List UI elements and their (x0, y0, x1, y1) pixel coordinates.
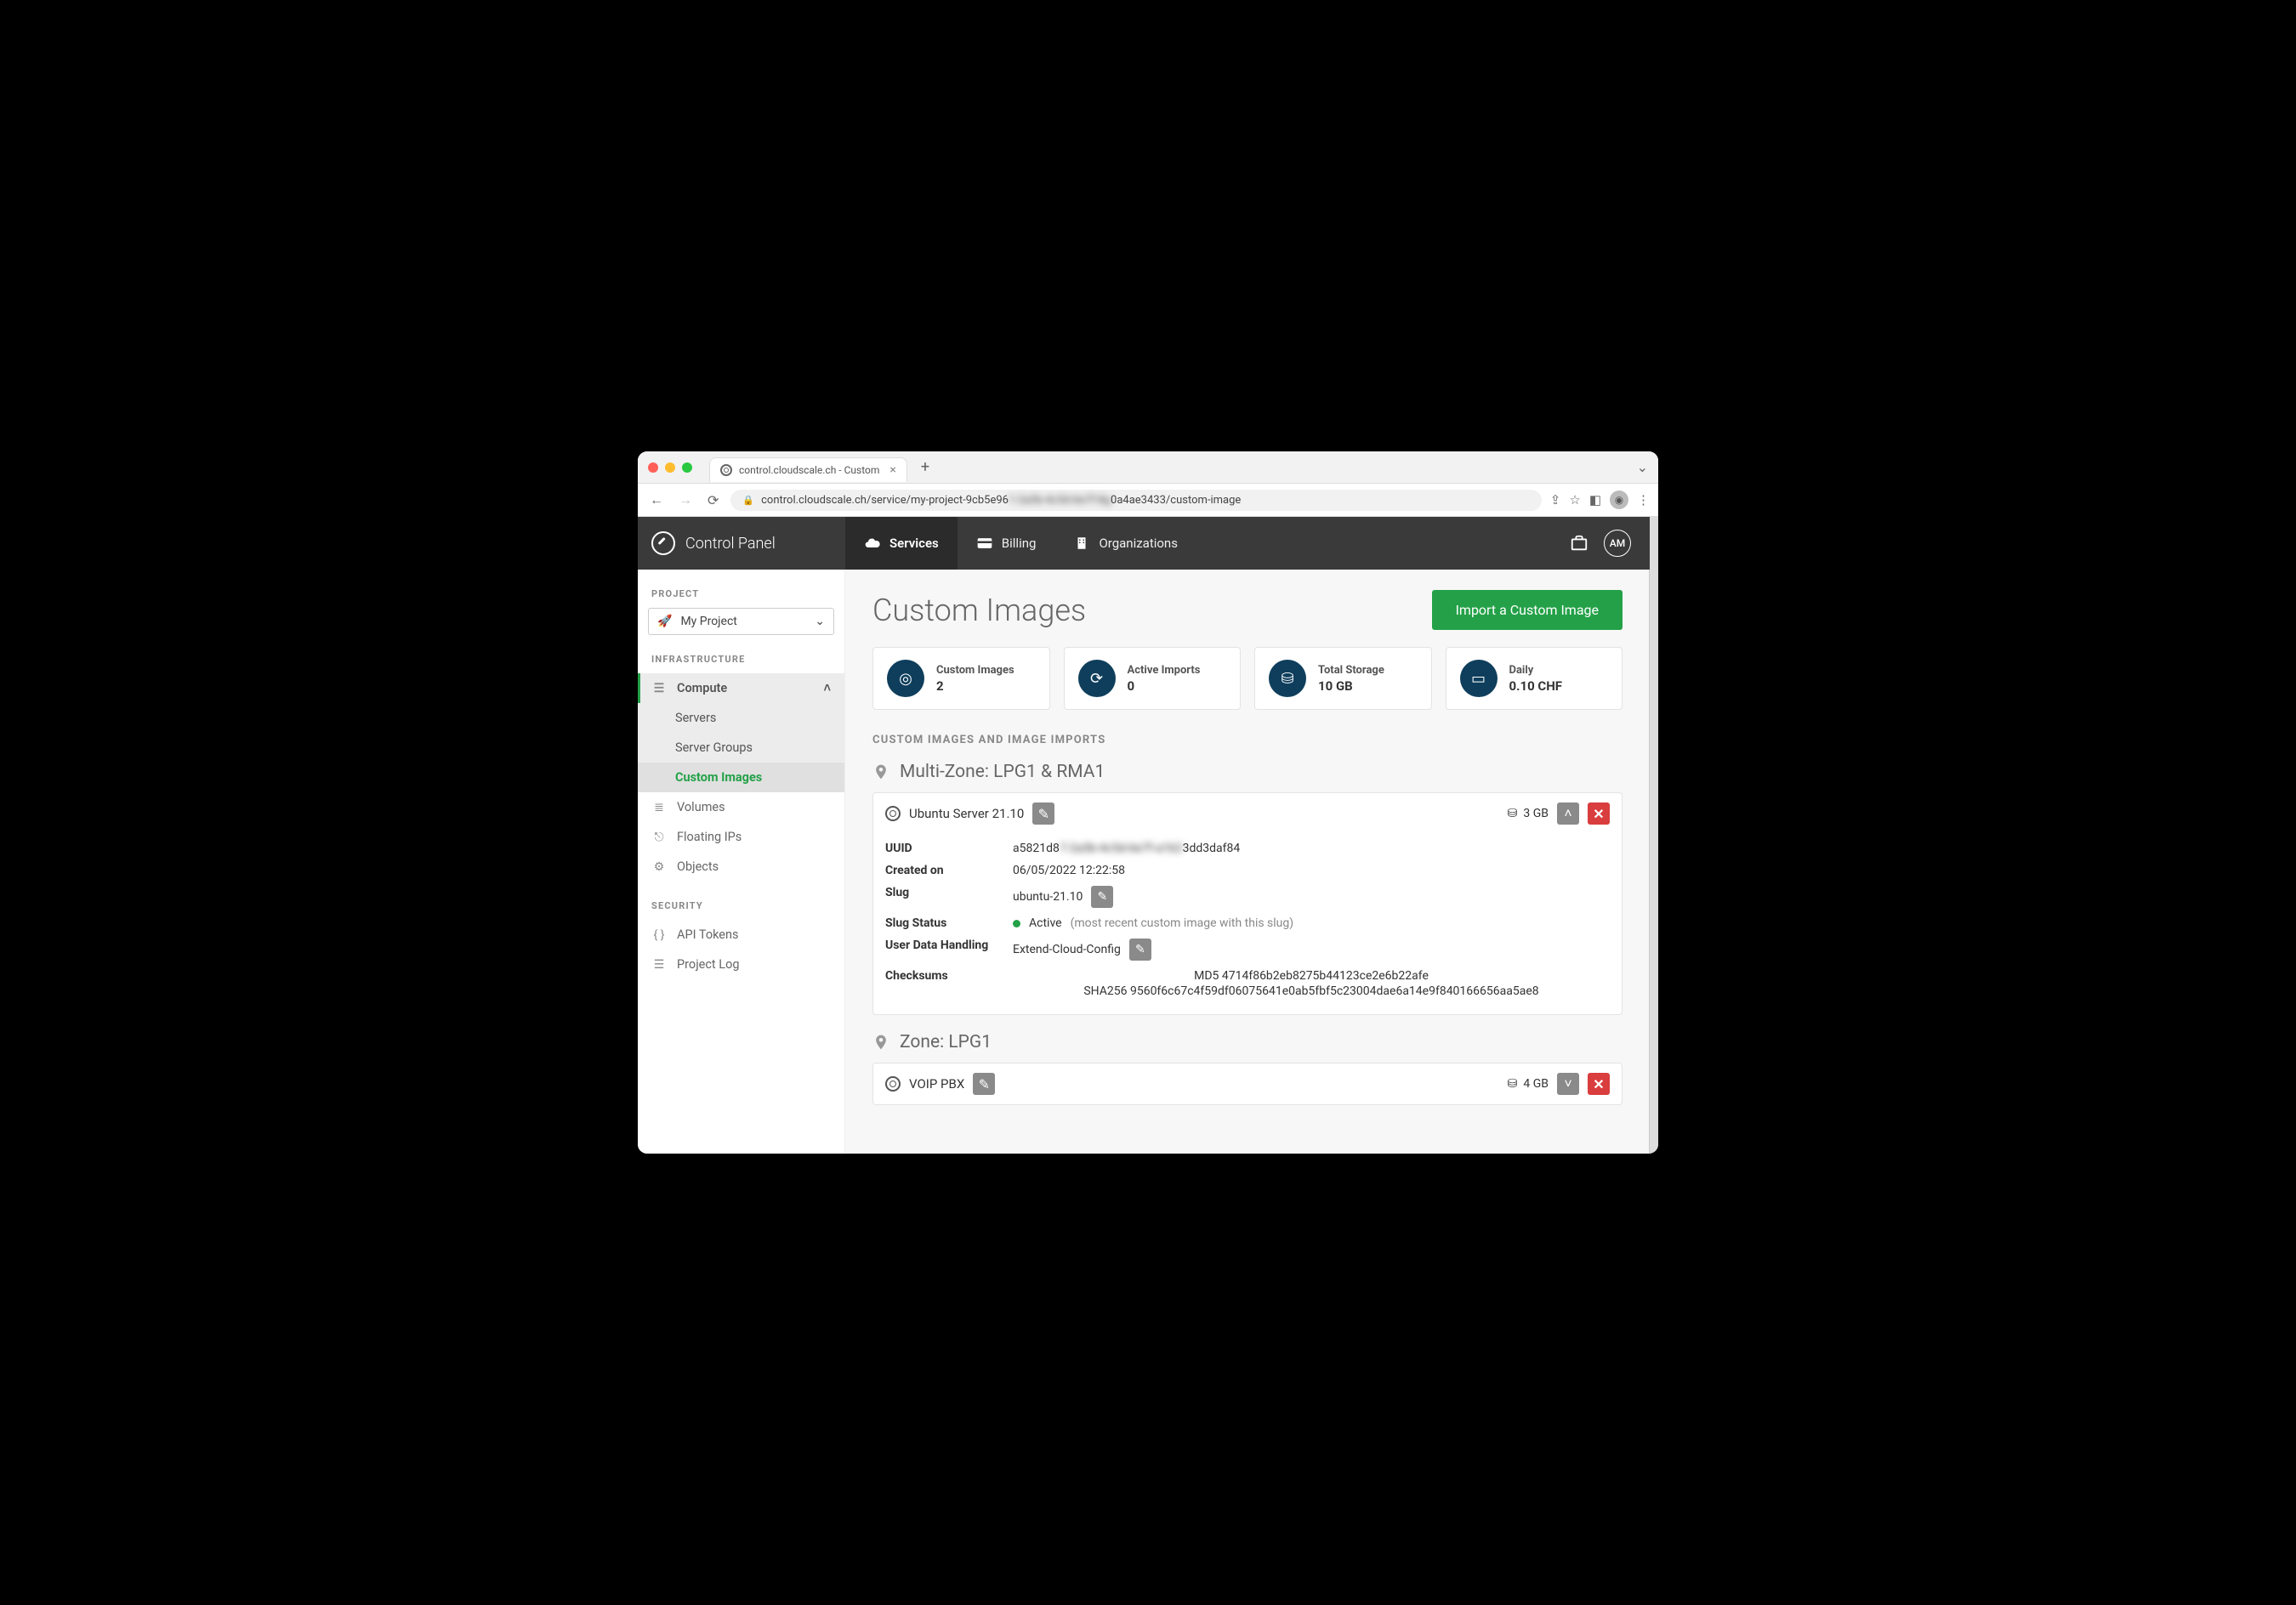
favicon-icon (720, 464, 732, 476)
card-icon (976, 535, 993, 552)
created-value: 06/05/2022 12:22:58 (1013, 864, 1610, 877)
image-icon (885, 1076, 901, 1092)
close-tab-icon[interactable]: × (889, 463, 895, 477)
slug-value: ubuntu-21.10✎ (1013, 886, 1610, 908)
storage-icon: ⛁ (1269, 660, 1306, 697)
sidepanel-icon[interactable]: ◧ (1589, 492, 1601, 508)
sidebar: PROJECT 🚀 My Project ⌄ INFRASTRUCTURE ☰ … (638, 517, 845, 1154)
sidebar-volumes[interactable]: ≣Volumes (638, 792, 844, 822)
image-card-ubuntu: Ubuntu Server 21.10 ✎ ⛁3 GB ˄ ✕ UUIDa582… (872, 792, 1623, 1015)
share-icon[interactable]: ⇪ (1550, 492, 1561, 508)
url: control.cloudscale.ch/service/my-project… (761, 494, 1241, 507)
sidebar-floating-ips[interactable]: ⎋Floating IPs (638, 822, 844, 852)
profile-icon[interactable]: ◉ (1610, 491, 1628, 509)
image-name: Ubuntu Server 21.10 (909, 806, 1024, 821)
bookmark-icon[interactable]: ☆ (1569, 492, 1580, 508)
udh-value: Extend-Cloud-Config✎ (1013, 939, 1610, 961)
nav-billing[interactable]: Billing (958, 517, 1055, 570)
brand[interactable]: Control Panel (638, 517, 845, 570)
expand-button[interactable]: ˅ (1557, 1073, 1579, 1095)
sidebar-api-tokens[interactable]: { }API Tokens (638, 920, 844, 950)
zone-title-lpg1: Zone: LPG1 (872, 1032, 1623, 1052)
chevron-up-icon: ˄ (824, 681, 831, 695)
sidebar-custom-images[interactable]: Custom Images (638, 763, 844, 792)
edit-slug-button[interactable]: ✎ (1091, 886, 1113, 908)
menu-icon[interactable]: ⋮ (1637, 492, 1650, 508)
sidebar-objects[interactable]: ⚙Objects (638, 852, 844, 882)
project-selector[interactable]: 🚀 My Project ⌄ (648, 608, 834, 635)
nav-organizations[interactable]: Organizations (1054, 517, 1196, 570)
zone-title-multi: Multi-Zone: LPG1 & RMA1 (872, 762, 1623, 782)
disc-icon: ◎ (887, 660, 924, 697)
list-icon: ☰ (651, 958, 667, 972)
refresh-icon: ⟳ (1078, 660, 1116, 697)
image-card-voip: VOIP PBX ✎ ⛁4 GB ˅ ✕ (872, 1063, 1623, 1105)
chevron-down-icon: ⌄ (815, 615, 825, 628)
image-icon (885, 806, 901, 821)
list-heading: CUSTOM IMAGES AND IMAGE IMPORTS (872, 734, 1623, 746)
tab-title: control.cloudscale.ch - Custom (739, 464, 879, 476)
window-minimize[interactable] (665, 462, 675, 473)
delete-button[interactable]: ✕ (1588, 1073, 1610, 1095)
collapse-button[interactable]: ˄ (1557, 802, 1579, 825)
section-infrastructure: INFRASTRUCTURE (638, 635, 844, 673)
server-icon: ☰ (651, 682, 667, 695)
objects-icon: ⚙ (651, 860, 667, 874)
edit-name-button[interactable]: ✎ (973, 1073, 995, 1095)
reload-button[interactable]: ⟳ (704, 489, 722, 512)
delete-button[interactable]: ✕ (1588, 802, 1610, 825)
braces-icon: { } (651, 928, 667, 942)
slug-status-value: Active(most recent custom image with thi… (1013, 916, 1610, 930)
database-icon: ≣ (651, 801, 667, 814)
money-icon: ▭ (1460, 660, 1498, 697)
address-bar[interactable]: 🔒 control.cloudscale.ch/service/my-proje… (730, 490, 1541, 511)
status-dot-icon (1013, 920, 1020, 927)
brand-label: Control Panel (685, 535, 776, 553)
sidebar-project-log[interactable]: ☰Project Log (638, 950, 844, 979)
image-size: ⛁3 GB (1508, 807, 1549, 820)
gauge-icon (651, 531, 675, 555)
app-header: Control Panel Services Billing Organizat… (638, 517, 1650, 570)
window-zoom[interactable] (682, 462, 692, 473)
stat-custom-images: ◎ Custom Images2 (872, 647, 1050, 710)
rocket-icon: 🚀 (657, 615, 672, 628)
briefcase-icon[interactable] (1570, 534, 1588, 553)
sidebar-compute[interactable]: ☰ Compute ˄ (638, 673, 844, 703)
browser-tab[interactable]: control.cloudscale.ch - Custom × (709, 457, 907, 482)
pin-icon (872, 763, 889, 780)
section-security: SECURITY (638, 882, 844, 920)
stat-active-imports: ⟳ Active Imports0 (1064, 647, 1242, 710)
back-button[interactable]: ← (646, 488, 667, 512)
edit-udh-button[interactable]: ✎ (1129, 939, 1151, 961)
main-content: Custom Images Import a Custom Image ◎ Cu… (845, 517, 1650, 1154)
cloud-icon (864, 535, 881, 552)
uuid-value: a5821d87-2a3b-4c5d-6e7f-a1b23dd3daf84 (1013, 842, 1610, 855)
browser-toolbar: ← → ⟳ 🔒 control.cloudscale.ch/service/my… (638, 484, 1658, 517)
image-size: ⛁4 GB (1508, 1077, 1549, 1091)
import-button[interactable]: Import a Custom Image (1432, 590, 1623, 630)
sidebar-server-groups[interactable]: Server Groups (638, 733, 844, 763)
forward-button[interactable]: → (675, 488, 696, 512)
user-avatar[interactable]: AM (1604, 530, 1631, 557)
building-icon (1073, 535, 1090, 552)
page-title: Custom Images (872, 593, 1086, 628)
section-project: PROJECT (638, 570, 844, 608)
window-close[interactable] (648, 462, 658, 473)
image-name: VOIP PBX (909, 1076, 964, 1092)
new-tab-button[interactable]: + (921, 458, 929, 476)
nav-services[interactable]: Services (845, 517, 958, 570)
pin-icon (872, 1034, 889, 1051)
db-icon: ⛁ (1508, 1077, 1518, 1091)
checksums-value: MD5 4714f86b2eb8275b44123ce2e6b22afeSHA2… (1013, 969, 1610, 998)
sidebar-servers[interactable]: Servers (638, 703, 844, 733)
lock-icon: 🔒 (742, 495, 754, 506)
stat-total-storage: ⛁ Total Storage10 GB (1254, 647, 1432, 710)
tabs-menu-icon[interactable]: ⌄ (1637, 459, 1648, 475)
edit-name-button[interactable]: ✎ (1032, 802, 1054, 825)
db-icon: ⛁ (1508, 807, 1518, 820)
stat-daily: ▭ Daily0.10 CHF (1446, 647, 1623, 710)
network-icon: ⎋ (651, 831, 667, 844)
window-titlebar: control.cloudscale.ch - Custom × + ⌄ (638, 451, 1658, 484)
